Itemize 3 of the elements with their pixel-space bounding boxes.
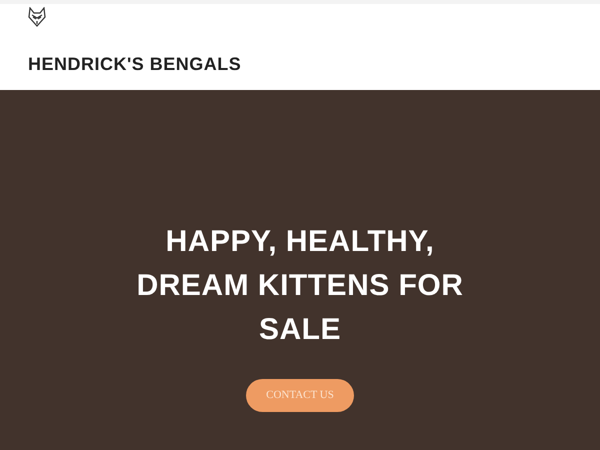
cat-head-icon — [28, 7, 46, 27]
brand-name[interactable]: HENDRICK'S BENGALS — [28, 51, 600, 78]
hero-headline: HAPPY, HEALTHY, DREAM KITTENS FOR SALE — [136, 224, 464, 348]
